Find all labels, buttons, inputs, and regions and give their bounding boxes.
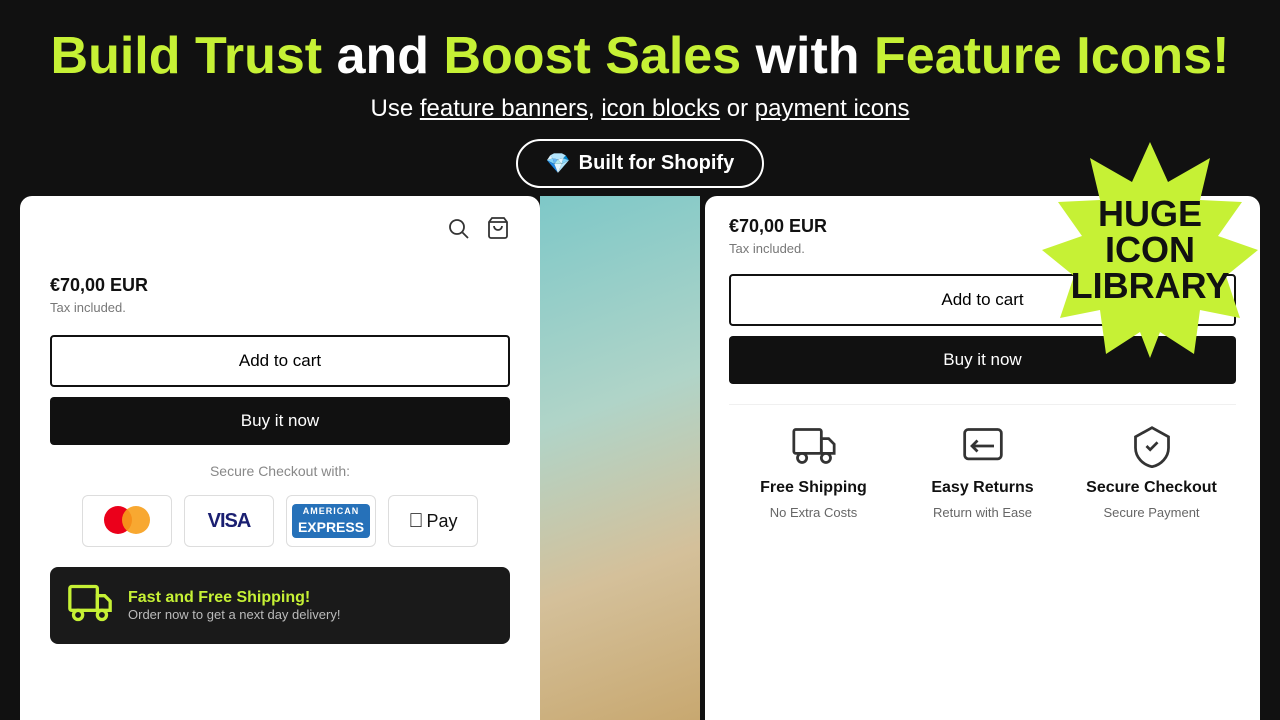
secure-checkout-subtitle: Secure Payment [1103, 505, 1199, 520]
headline-part3: Boost Sales [443, 27, 741, 85]
visa-icon: VISA [184, 495, 274, 547]
headline-part4: with [756, 27, 860, 85]
secure-checkout-title: Secure Checkout [1086, 479, 1217, 497]
free-shipping-icon [789, 421, 839, 471]
search-icon[interactable] [446, 216, 470, 245]
free-shipping-subtitle: No Extra Costs [770, 505, 857, 520]
huge-icon-library-badge: HUGE ICON LIBRARY [1040, 140, 1260, 360]
easy-returns-icon [958, 421, 1008, 471]
amex-icon: AMERICAN EXPRESS [286, 495, 376, 547]
huge-badge-line1: HUGE [1071, 196, 1230, 232]
easy-returns-title: Easy Returns [931, 479, 1033, 497]
left-price: €70,00 EUR [50, 275, 510, 296]
product-image [540, 196, 700, 720]
left-card: €70,00 EUR Tax included. Add to cart Buy… [20, 196, 540, 720]
huge-badge-line2: ICON [1071, 232, 1230, 268]
cart-icon[interactable] [486, 216, 510, 245]
shipping-subtitle: Order now to get a next day delivery! [128, 607, 340, 622]
payment-icons: VISA AMERICAN EXPRESS Pay [50, 495, 510, 547]
huge-badge-line3: LIBRARY [1071, 268, 1230, 304]
feature-icons-row: Free Shipping No Extra Costs Easy Return… [729, 404, 1236, 520]
headline-part5: Feature Icons! [874, 27, 1229, 85]
feature-free-shipping: Free Shipping No Extra Costs [729, 421, 898, 520]
feature-secure-checkout: Secure Checkout Secure Payment [1067, 421, 1236, 520]
subtitle-or: or [720, 95, 755, 122]
mastercard-icon [82, 495, 172, 547]
shipping-banner: Fast and Free Shipping! Order now to get… [50, 567, 510, 644]
left-buy-it-now-button[interactable]: Buy it now [50, 397, 510, 445]
apple-pay-icon: Pay [388, 495, 478, 547]
subtitle-link3: payment icons [755, 95, 910, 122]
card-top-bar [50, 216, 510, 245]
headline-part1: Build Trust [51, 27, 323, 85]
subtitle-link2: icon blocks [601, 95, 720, 122]
secure-checkout-label: Secure Checkout with: [50, 463, 510, 479]
headline: Build Trust and Boost Sales with Feature… [20, 28, 1260, 85]
left-tax: Tax included. [50, 300, 510, 315]
secure-checkout-icon [1127, 421, 1177, 471]
shopify-badge-label: Built for Shopify [579, 152, 735, 175]
shopify-icon: 💎 [546, 151, 571, 176]
shopify-badge[interactable]: 💎 Built for Shopify [516, 139, 764, 188]
left-add-to-cart-button[interactable]: Add to cart [50, 335, 510, 387]
subtitle-link1: feature banners [420, 95, 588, 122]
headline-part2: and [337, 27, 429, 85]
free-shipping-title: Free Shipping [760, 479, 867, 497]
truck-icon [68, 581, 112, 630]
easy-returns-subtitle: Return with Ease [933, 505, 1032, 520]
huge-badge-text: HUGE ICON LIBRARY [1071, 196, 1230, 304]
subtitle: Use feature banners, icon blocks or paym… [20, 95, 1260, 123]
feature-easy-returns: Easy Returns Return with Ease [898, 421, 1067, 520]
shipping-title: Fast and Free Shipping! [128, 589, 340, 607]
subtitle-text: Use [371, 95, 420, 122]
subtitle-comma1: , [588, 95, 601, 122]
